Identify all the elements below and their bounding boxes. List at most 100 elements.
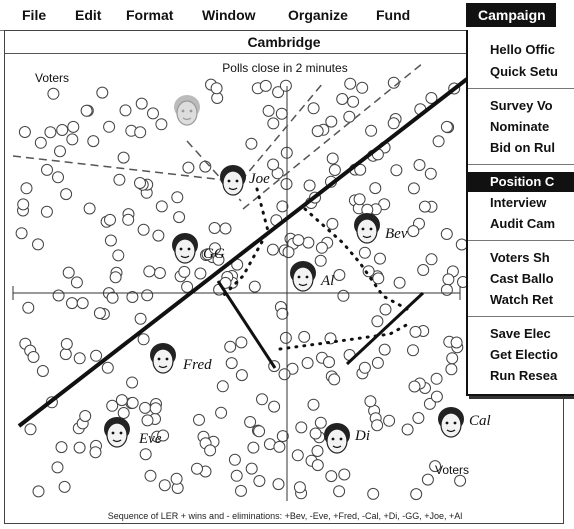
voter-dot [314, 254, 327, 267]
voter-dot [311, 125, 324, 138]
menu-organize[interactable]: Organize [288, 7, 348, 23]
candidate-label-bev[interactable]: Bev [385, 226, 407, 243]
voter-dot [279, 79, 292, 92]
voter-dot [292, 234, 305, 247]
voter-dot [59, 348, 72, 361]
voter-dot [440, 283, 453, 296]
voter-dot [393, 276, 406, 289]
voter-dot [210, 82, 223, 95]
voter-dot [204, 444, 217, 457]
voter-dot [245, 137, 258, 150]
menu-window[interactable]: Window [202, 7, 256, 23]
voter-dot [126, 396, 139, 409]
voter-dot [362, 265, 375, 278]
candidate-label-cal[interactable]: Cal [469, 413, 491, 430]
voter-dot [282, 246, 295, 259]
menu-campaign[interactable]: Campaign [466, 3, 556, 27]
voter-dot [353, 193, 366, 206]
voter-dot [208, 222, 221, 234]
voter-dot [27, 351, 40, 363]
menu-edit[interactable]: Edit [75, 7, 101, 23]
voter-dot [155, 118, 168, 131]
campaign-menu-dropdown: Hello Offic Quick Setu Survey Vo Nominat… [466, 30, 574, 396]
voter-dot [115, 394, 128, 407]
voter-dot [407, 182, 420, 195]
voter-dot [276, 200, 289, 213]
voter-dot [371, 315, 384, 328]
menu-fund[interactable]: Fund [376, 7, 410, 23]
menu-item-watch-returns[interactable]: Watch Ret [468, 290, 574, 310]
gg-face-icon[interactable] [172, 233, 198, 264]
voter-dot [245, 462, 258, 475]
menu-separator [468, 88, 574, 89]
voter-dot [153, 267, 166, 279]
voter-dot [418, 200, 431, 213]
menu-file[interactable]: File [22, 7, 46, 23]
voter-dot [56, 124, 69, 136]
menu-item-audit-campaign[interactable]: Audit Cam [468, 214, 574, 234]
candidate-label-fred[interactable]: Fred [183, 357, 212, 374]
al-face-icon[interactable] [290, 261, 316, 292]
menu-item-cast-ballots[interactable]: Cast Ballo [468, 269, 574, 289]
menu-item-survey-voters[interactable]: Survey Vo [468, 96, 574, 116]
voter-dot [446, 352, 459, 365]
candidate-label-joe[interactable]: Joe [249, 171, 270, 188]
candidate-label-al[interactable]: Al [321, 273, 334, 290]
voter-dot [216, 380, 229, 393]
voter-dot [141, 289, 154, 302]
menu-item-hello-office[interactable]: Hello Offic [468, 40, 574, 60]
voter-dot [367, 487, 380, 500]
menu-item-nominate[interactable]: Nominate [468, 117, 574, 137]
voter-dot [112, 249, 125, 262]
voter-dot [76, 297, 89, 310]
ghost-face-icon[interactable] [174, 95, 200, 126]
menu-format[interactable]: Format [126, 7, 173, 23]
voter-dot [409, 325, 422, 338]
di-face-icon[interactable] [324, 423, 350, 454]
voter-dot [47, 87, 60, 100]
voter-dot [307, 102, 320, 115]
voter-dot [178, 265, 191, 278]
menu-item-voters-show[interactable]: Voters Sh [468, 248, 574, 268]
voter-dot [358, 361, 371, 374]
voter-dot [344, 77, 357, 90]
joe-face-icon[interactable] [220, 165, 246, 196]
voter-dot [266, 243, 279, 256]
voter-dot [430, 372, 443, 385]
voter-dot [314, 416, 327, 429]
menu-bar: File Edit Format Window Organize Fund Ca… [0, 0, 574, 31]
menu-item-quick-setup[interactable]: Quick Setu [468, 62, 574, 82]
menu-item-get-election[interactable]: Get Electio [468, 345, 574, 365]
menu-item-position-candidates[interactable]: Position C [468, 172, 574, 192]
voter-dot [215, 406, 228, 419]
voter-dot [432, 135, 445, 148]
voter-dot [117, 151, 130, 164]
voter-dot [372, 272, 385, 285]
voter-dot [194, 267, 207, 280]
voter-dot [328, 373, 341, 386]
fred-face-icon[interactable] [150, 343, 176, 374]
voter-dot [356, 81, 369, 94]
voter-dot [22, 301, 35, 314]
voter-dot [365, 124, 378, 137]
candidate-label-eve[interactable]: Eve [139, 431, 161, 448]
voter-dot [126, 376, 139, 389]
bev-face-icon[interactable] [354, 213, 380, 244]
voter-dot [106, 291, 119, 304]
candidate-label-gg[interactable]: GG [203, 246, 225, 263]
voter-dot [408, 380, 421, 393]
voter-dot [369, 182, 382, 195]
eve-face-icon[interactable] [104, 417, 130, 448]
cal-face-icon[interactable] [438, 407, 464, 438]
menu-item-run-research[interactable]: Run Resea [468, 366, 574, 386]
voter-dot [267, 117, 280, 130]
voter-dot [54, 145, 66, 158]
voter-dot [268, 400, 281, 413]
voter-dot [137, 333, 150, 346]
menu-item-bid-on-rules[interactable]: Bid on Rul [468, 138, 574, 158]
menu-item-save-election[interactable]: Save Elec [468, 324, 574, 344]
menu-item-interview[interactable]: Interview [468, 193, 574, 213]
menu-separator [468, 316, 574, 317]
candidate-label-di[interactable]: Di [355, 428, 370, 445]
voter-dot [89, 446, 102, 459]
